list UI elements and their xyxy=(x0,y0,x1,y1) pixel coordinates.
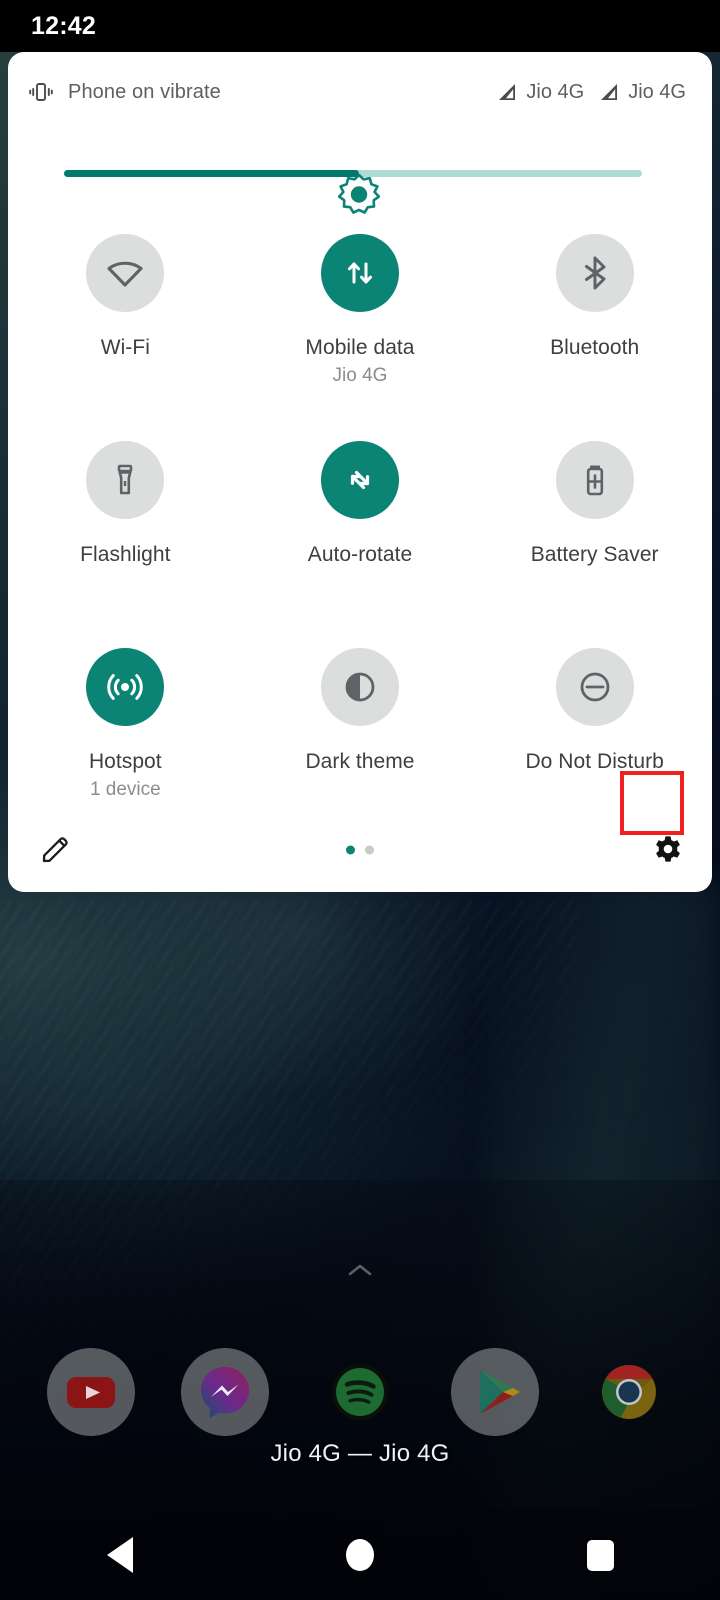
tile-hotspot-sublabel: 1 device xyxy=(89,779,161,800)
page-dot-1[interactable] xyxy=(346,845,355,855)
gear-icon xyxy=(656,836,680,862)
tile-battery-saver[interactable]: Battery Saver xyxy=(477,431,712,638)
tile-mobile-data-sublabel: Jio 4G xyxy=(332,365,388,386)
brightness-slider[interactable] xyxy=(8,148,712,214)
tile-do-not-disturb-circle xyxy=(555,648,634,726)
dock-item-spotify[interactable] xyxy=(316,1348,404,1436)
dark-theme-icon xyxy=(345,672,375,702)
brightness-sun-icon[interactable] xyxy=(337,174,380,216)
ringer-status-label: Phone on vibrate xyxy=(68,80,221,103)
phone-screen: Jio 4G — Jio 4G 12:42 Phone on vibrate J… xyxy=(0,0,720,1600)
carrier-label: Jio 4G — Jio 4G xyxy=(270,1440,450,1467)
recents-square-icon xyxy=(586,1539,614,1571)
settings-gear-button[interactable] xyxy=(644,826,692,874)
tile-flashlight-label: Flashlight xyxy=(80,543,171,566)
brightness-track xyxy=(64,170,642,214)
tile-wifi[interactable]: Wi-Fi xyxy=(8,224,243,431)
dock-item-chrome[interactable] xyxy=(585,1348,673,1436)
quick-settings-tiles: Wi-Fi Mobile data Jio 4G Bluetooth Flash… xyxy=(8,224,712,845)
chevron-up-icon[interactable] xyxy=(347,1262,373,1278)
page-indicator xyxy=(346,845,374,855)
vibrate-icon xyxy=(29,83,53,101)
tile-hotspot-circle xyxy=(86,648,165,726)
tile-bluetooth[interactable]: Bluetooth xyxy=(477,224,712,431)
tile-mobile-data-label: Mobile data xyxy=(305,336,415,359)
bluetooth-icon xyxy=(584,256,606,290)
tile-auto-rotate-circle xyxy=(320,441,399,519)
status-bar-clock: 12:42 xyxy=(31,11,96,40)
pencil-edit-icon xyxy=(42,837,68,863)
navigation-bar xyxy=(0,1510,720,1600)
chrome-icon xyxy=(602,1365,657,1419)
tile-mobile-data[interactable]: Mobile data Jio 4G xyxy=(243,224,478,431)
hotspot-icon xyxy=(107,674,144,700)
signal-sim-2: Jio 4G xyxy=(598,81,686,104)
play-store-icon xyxy=(479,1370,520,1414)
tile-battery-saver-label: Battery Saver xyxy=(530,543,659,566)
status-bar: 12:42 xyxy=(0,0,720,52)
messenger-icon xyxy=(201,1367,250,1418)
quick-settings-footer xyxy=(8,808,712,892)
dock-item-play-store[interactable] xyxy=(450,1348,539,1436)
tile-do-not-disturb-label: Do Not Disturb xyxy=(525,750,664,773)
dock xyxy=(0,1348,720,1436)
spotify-icon xyxy=(331,1364,388,1420)
tile-dark-theme-circle xyxy=(320,648,399,726)
tile-auto-rotate[interactable]: Auto-rotate xyxy=(243,431,478,638)
nav-home-button[interactable] xyxy=(315,1522,405,1588)
tile-flashlight[interactable]: Flashlight xyxy=(8,431,243,638)
tile-auto-rotate-label: Auto-rotate xyxy=(307,543,413,566)
page-dot-2[interactable] xyxy=(365,845,374,855)
tile-dark-theme-label: Dark theme xyxy=(305,750,415,773)
signal-sim-1: Jio 4G xyxy=(496,81,584,104)
signal-status-group: Jio 4G Jio 4G xyxy=(496,52,686,132)
auto-rotate-icon xyxy=(350,470,370,490)
nav-recents-button[interactable] xyxy=(555,1522,645,1588)
signal-label-sim-1: Jio 4G xyxy=(526,80,585,103)
tile-hotspot-label: Hotspot xyxy=(88,750,162,773)
tile-wifi-circle xyxy=(86,234,165,312)
youtube-icon xyxy=(66,1377,115,1408)
quick-settings-header: Phone on vibrate Jio 4G Jio 4G xyxy=(8,52,712,132)
home-circle-icon xyxy=(346,1539,374,1571)
tile-flashlight-circle xyxy=(86,441,165,519)
battery-saver-icon xyxy=(586,465,603,496)
brightness-fill xyxy=(64,170,359,177)
dock-item-youtube[interactable] xyxy=(46,1348,135,1436)
edit-tiles-button[interactable] xyxy=(32,827,78,873)
flashlight-icon xyxy=(118,464,133,495)
signal-bars-icon xyxy=(499,84,516,100)
nav-back-button[interactable] xyxy=(75,1522,165,1588)
back-triangle-icon xyxy=(107,1537,133,1573)
tile-bluetooth-circle xyxy=(555,234,634,312)
tile-wifi-label: Wi-Fi xyxy=(100,336,150,359)
mobile-data-icon xyxy=(347,262,372,284)
wifi-icon xyxy=(107,261,143,287)
ringer-status[interactable]: Phone on vibrate xyxy=(28,79,221,105)
signal-label-sim-2: Jio 4G xyxy=(628,80,686,103)
signal-bars-icon xyxy=(601,84,618,100)
tile-bluetooth-label: Bluetooth xyxy=(550,336,640,359)
do-not-disturb-icon xyxy=(580,672,610,702)
dock-item-messenger[interactable] xyxy=(181,1348,270,1436)
tile-mobile-data-circle xyxy=(320,234,399,312)
tile-battery-saver-circle xyxy=(555,441,634,519)
quick-settings-panel: Phone on vibrate Jio 4G Jio 4G Wi-Fi Mob… xyxy=(8,52,712,892)
